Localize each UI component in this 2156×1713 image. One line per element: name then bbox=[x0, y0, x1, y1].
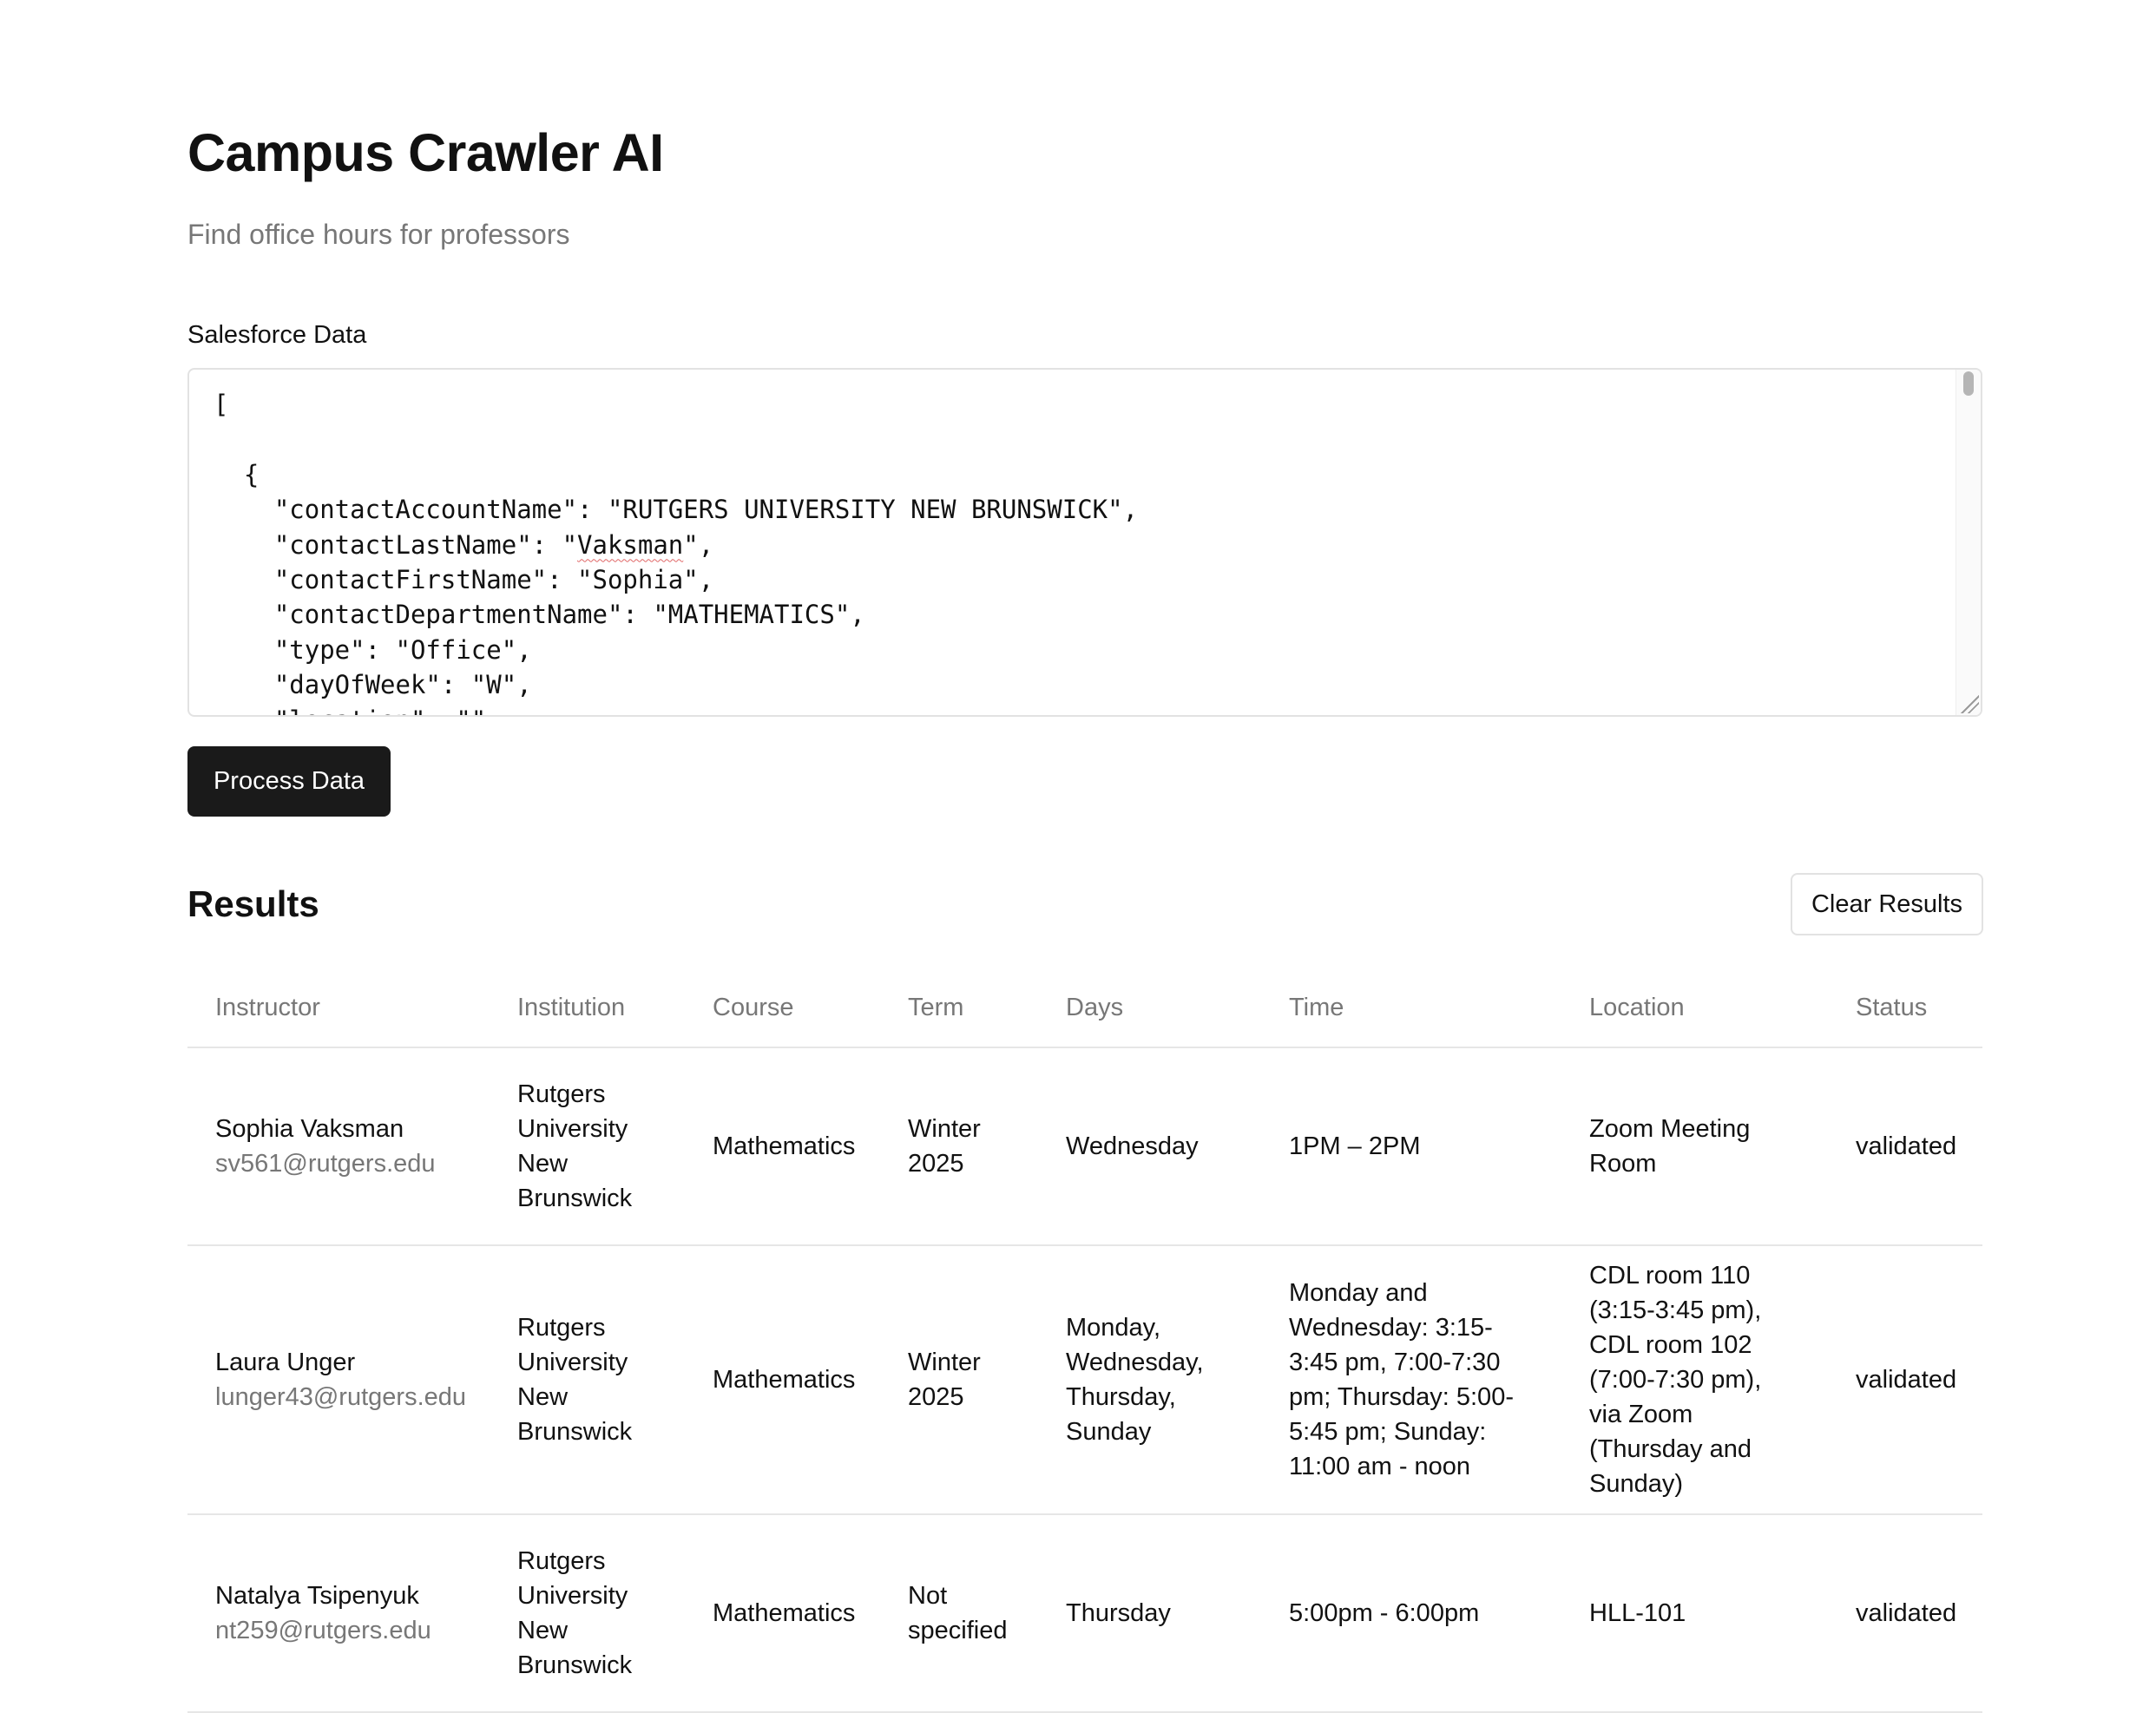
json-line: "dayOfWeek": "W", bbox=[214, 670, 532, 700]
column-header-term: Term bbox=[880, 968, 1038, 1048]
page-subtitle: Find office hours for professors bbox=[187, 219, 570, 250]
table-row: Sophia Vaksman sv561@rutgers.edu Rutgers… bbox=[187, 1047, 1982, 1246]
json-line: "location": "", bbox=[214, 706, 502, 715]
json-line: [ bbox=[214, 390, 229, 419]
location-cell: Zoom Meeting Room bbox=[1561, 1047, 1828, 1246]
instructor-name: Laura Unger bbox=[215, 1349, 356, 1376]
instructor-email: sv561@rutgers.edu bbox=[215, 1150, 436, 1178]
instructor-cell: Laura Unger lunger43@rutgers.edu bbox=[187, 1245, 490, 1515]
time-cell: 1PM – 2PM bbox=[1261, 1047, 1561, 1246]
instructor-cell: Natalya Tsipenyuk nt259@rutgers.edu bbox=[187, 1514, 490, 1713]
json-line: "contactFirstName": "Sophia", bbox=[214, 565, 714, 595]
table-header-row: Instructor Institution Course Term Days … bbox=[187, 968, 1982, 1048]
results-heading: Results bbox=[187, 883, 319, 924]
process-data-button[interactable]: Process Data bbox=[187, 746, 391, 817]
column-header-status: Status bbox=[1828, 968, 1982, 1048]
column-header-time: Time bbox=[1261, 968, 1561, 1048]
instructor-name: Sophia Vaksman bbox=[215, 1115, 404, 1143]
column-header-course: Course bbox=[685, 968, 880, 1048]
institution-cell: Rutgers University New Brunswick bbox=[490, 1514, 685, 1713]
table-row: Natalya Tsipenyuk nt259@rutgers.edu Rutg… bbox=[187, 1514, 1982, 1713]
results-table: Instructor Institution Course Term Days … bbox=[187, 968, 1982, 1713]
institution-cell: Rutgers University New Brunswick bbox=[490, 1047, 685, 1246]
status-badge: validated bbox=[1828, 1514, 1982, 1713]
json-line: "contactLastName": "Vaksman", bbox=[214, 529, 714, 560]
column-header-location: Location bbox=[1561, 968, 1828, 1048]
status-badge: validated bbox=[1828, 1047, 1982, 1246]
course-cell: Mathematics bbox=[685, 1514, 880, 1713]
term-cell: Winter 2025 bbox=[880, 1245, 1038, 1515]
instructor-email: nt259@rutgers.edu bbox=[215, 1617, 431, 1644]
time-cell: 5:00pm - 6:00pm bbox=[1261, 1514, 1561, 1713]
instructor-name: Natalya Tsipenyuk bbox=[215, 1582, 419, 1610]
location-cell: HLL-101 bbox=[1561, 1514, 1828, 1713]
location-cell: CDL room 110 (3:15-3:45 pm), CDL room 10… bbox=[1561, 1245, 1828, 1515]
term-cell: Winter 2025 bbox=[880, 1047, 1038, 1246]
days-cell: Thursday bbox=[1038, 1514, 1261, 1713]
salesforce-data-textarea[interactable]: [ { "contactAccountName": "RUTGERS UNIVE… bbox=[187, 368, 1982, 717]
status-badge: validated bbox=[1828, 1245, 1982, 1515]
json-line: "contactAccountName": "RUTGERS UNIVERSIT… bbox=[214, 495, 1139, 525]
textarea-content[interactable]: [ { "contactAccountName": "RUTGERS UNIVE… bbox=[214, 387, 1139, 715]
course-cell: Mathematics bbox=[685, 1047, 880, 1246]
time-cell: Monday and Wednesday: 3:15-3:45 pm, 7:00… bbox=[1261, 1245, 1561, 1515]
term-cell: Not specified bbox=[880, 1514, 1038, 1713]
days-cell: Monday, Wednesday, Thursday, Sunday bbox=[1038, 1245, 1261, 1515]
table-row: Laura Unger lunger43@rutgers.edu Rutgers… bbox=[187, 1245, 1982, 1515]
salesforce-data-label: Salesforce Data bbox=[187, 321, 367, 349]
days-cell: Wednesday bbox=[1038, 1047, 1261, 1246]
json-line: { bbox=[214, 459, 260, 489]
column-header-days: Days bbox=[1038, 968, 1261, 1048]
column-header-instructor: Instructor bbox=[187, 968, 490, 1048]
json-line: "type": "Office", bbox=[214, 634, 532, 665]
json-line: "contactDepartmentName": "MATHEMATICS", bbox=[214, 600, 865, 630]
column-header-institution: Institution bbox=[490, 968, 685, 1048]
instructor-cell: Sophia Vaksman sv561@rutgers.edu bbox=[187, 1047, 490, 1246]
textarea-scrollbar[interactable] bbox=[1956, 370, 1981, 715]
page-title: Campus Crawler AI bbox=[187, 123, 664, 182]
clear-results-button[interactable]: Clear Results bbox=[1791, 873, 1983, 935]
resize-handle-icon[interactable] bbox=[1960, 694, 1979, 713]
misspelled-word: Vaksman bbox=[577, 529, 684, 560]
institution-cell: Rutgers University New Brunswick bbox=[490, 1245, 685, 1515]
course-cell: Mathematics bbox=[685, 1245, 880, 1515]
scrollbar-thumb[interactable] bbox=[1963, 371, 1974, 396]
instructor-email: lunger43@rutgers.edu bbox=[215, 1383, 467, 1411]
